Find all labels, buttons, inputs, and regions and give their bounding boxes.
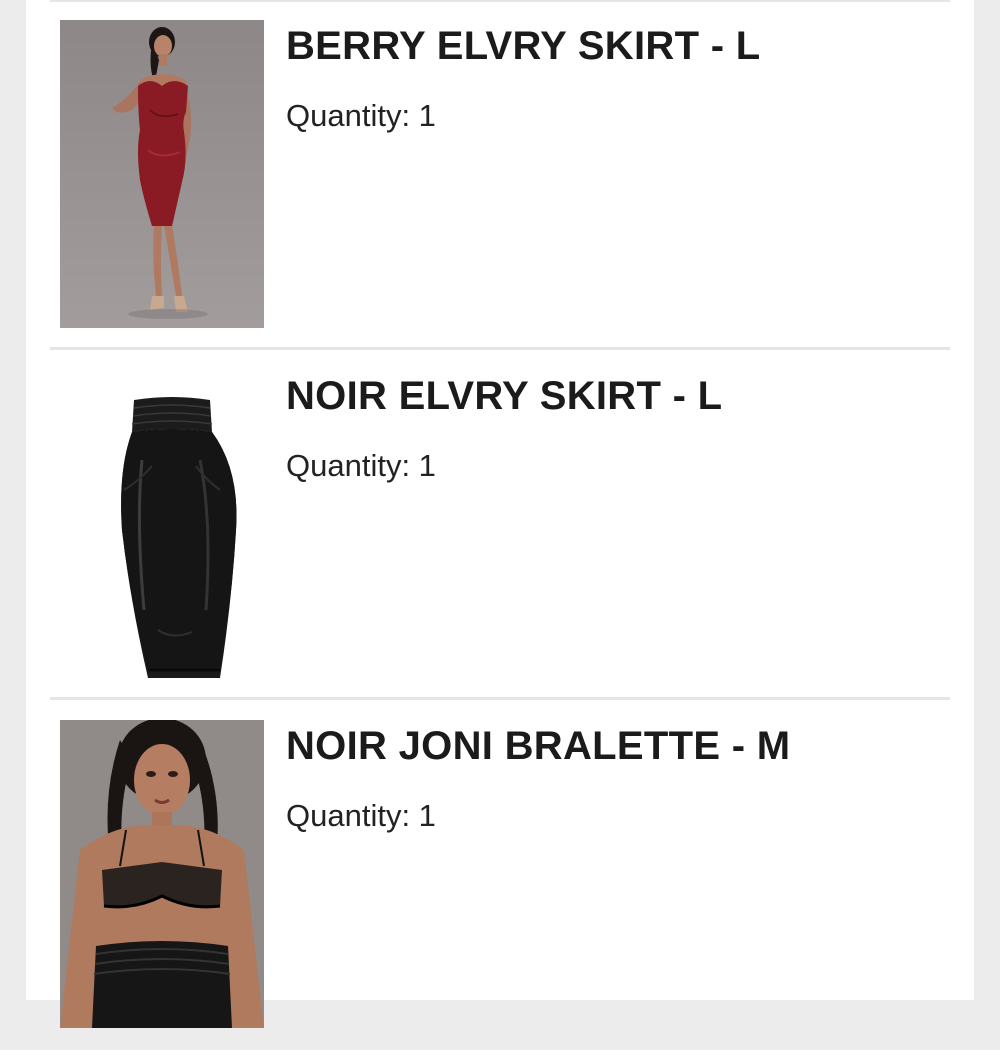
product-quantity: Quantity: 1	[286, 448, 436, 483]
product-name[interactable]: NOIR JONI BRALETTE - M	[286, 724, 790, 769]
product-image-noir-joni-bralette[interactable]	[60, 720, 264, 1028]
model-red-leather-outfit-photo	[60, 20, 264, 328]
model-black-bralette-photo	[60, 720, 264, 1028]
order-item: NOIR JONI BRALETTE - M Quantity: 1	[26, 700, 974, 1050]
product-image-berry-elvry-skirt[interactable]	[60, 20, 264, 328]
order-item: BERRY ELVRY SKIRT - L Quantity: 1	[26, 0, 974, 350]
product-quantity: Quantity: 1	[286, 798, 436, 833]
product-image-noir-elvry-skirt[interactable]	[60, 370, 264, 678]
order-item: NOIR ELVRY SKIRT - L Quantity: 1	[26, 350, 974, 700]
product-name[interactable]: NOIR ELVRY SKIRT - L	[286, 374, 722, 419]
product-name[interactable]: BERRY ELVRY SKIRT - L	[286, 24, 761, 69]
order-items-card: BERRY ELVRY SKIRT - L Quantity: 1 NOIR E…	[26, 0, 974, 1028]
product-quantity: Quantity: 1	[286, 98, 436, 133]
black-leather-pencil-skirt-photo	[60, 370, 264, 678]
